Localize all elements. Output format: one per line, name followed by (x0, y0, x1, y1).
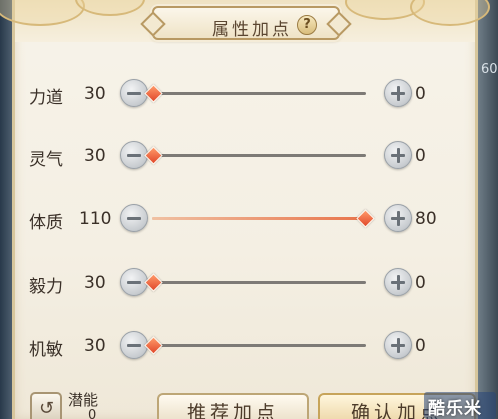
watermark-logo: 酷乐米 (424, 392, 496, 419)
plus-icon-vertical (397, 148, 400, 163)
allocated-points: 80 (415, 209, 437, 229)
cloud-ornament (0, 0, 85, 26)
minus-icon (127, 154, 141, 157)
slider-knob[interactable] (356, 209, 375, 228)
stat-value: 110 (79, 209, 112, 229)
slider-fill (152, 217, 366, 220)
minus-icon (127, 92, 141, 95)
stat-label: 灵气 (29, 150, 63, 170)
stat-row-strength: 力道 30 0 (0, 77, 498, 113)
stat-row-constitution: 体质 110 80 (0, 202, 498, 238)
page-title: 属性加点 (212, 20, 292, 40)
plus-icon-vertical (397, 338, 400, 353)
stat-row-spirit: 灵气 30 0 (0, 139, 498, 175)
reset-button[interactable]: ↺ (30, 392, 62, 419)
slider-track[interactable] (152, 281, 366, 284)
slider-track[interactable] (152, 92, 366, 95)
plus-button[interactable] (384, 79, 412, 107)
plus-button[interactable] (384, 268, 412, 296)
stat-row-agility: 机敏 30 0 (0, 329, 498, 365)
stat-value: 30 (84, 273, 106, 293)
plus-icon-vertical (397, 211, 400, 226)
plus-icon-vertical (397, 86, 400, 101)
stat-label: 机敏 (29, 340, 63, 360)
plus-button[interactable] (384, 141, 412, 169)
minus-icon (127, 217, 141, 220)
stat-row-perseverance: 毅力 30 0 (0, 266, 498, 302)
plus-button[interactable] (384, 204, 412, 232)
plus-button[interactable] (384, 331, 412, 359)
stat-value: 30 (84, 146, 106, 166)
stat-label: 体质 (29, 213, 63, 233)
recommend-points-button[interactable]: 推荐加点 (157, 393, 309, 419)
potential-label: 潜能 (68, 391, 99, 409)
title-plaque: 属性加点 ? (152, 6, 340, 40)
allocated-points: 0 (415, 336, 426, 356)
slider-track[interactable] (152, 217, 366, 220)
allocated-points: 0 (415, 84, 426, 104)
minus-button[interactable] (120, 204, 148, 232)
allocated-points: 0 (415, 273, 426, 293)
minus-icon (127, 281, 141, 284)
stat-value: 30 (84, 336, 106, 356)
minus-icon (127, 344, 141, 347)
stat-value: 30 (84, 84, 106, 104)
stat-label: 毅力 (29, 277, 63, 297)
help-icon[interactable]: ? (297, 15, 317, 35)
slider-track[interactable] (152, 344, 366, 347)
cloud-ornament (75, 0, 145, 16)
reset-icon: ↺ (39, 398, 55, 419)
slider-track[interactable] (152, 154, 366, 157)
plus-icon-vertical (397, 275, 400, 290)
stat-label: 力道 (29, 88, 63, 108)
allocated-points: 0 (415, 146, 426, 166)
potential-value: 0 (88, 408, 97, 419)
